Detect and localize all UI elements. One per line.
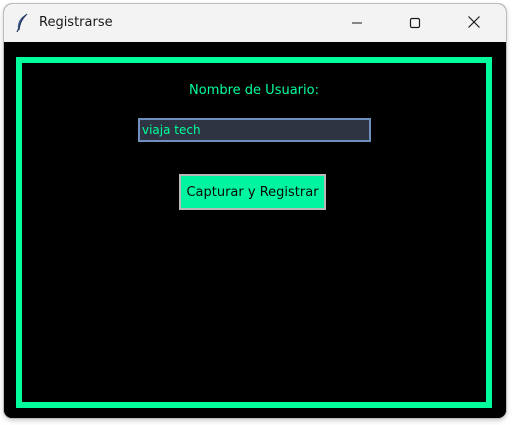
feather-icon — [14, 13, 30, 33]
username-label: Nombre de Usuario: — [189, 83, 319, 98]
minimize-button[interactable] — [334, 4, 380, 42]
title-bar[interactable]: Registrarse — [4, 4, 506, 42]
app-window: Registrarse Nombre de Usuario: viaja tec… — [4, 4, 506, 418]
capture-register-button[interactable]: Capturar y Registrar — [179, 174, 326, 210]
maximize-icon — [409, 14, 421, 33]
username-input[interactable] — [138, 118, 371, 142]
close-icon — [467, 14, 481, 33]
form-frame: Nombre de Usuario: Capturar y Registrar — [16, 57, 492, 408]
close-button[interactable] — [451, 4, 497, 42]
minimize-icon — [351, 14, 363, 33]
maximize-button[interactable] — [392, 4, 438, 42]
window-content: Nombre de Usuario: Capturar y Registrar — [4, 42, 506, 418]
window-title: Registrarse — [39, 15, 113, 30]
